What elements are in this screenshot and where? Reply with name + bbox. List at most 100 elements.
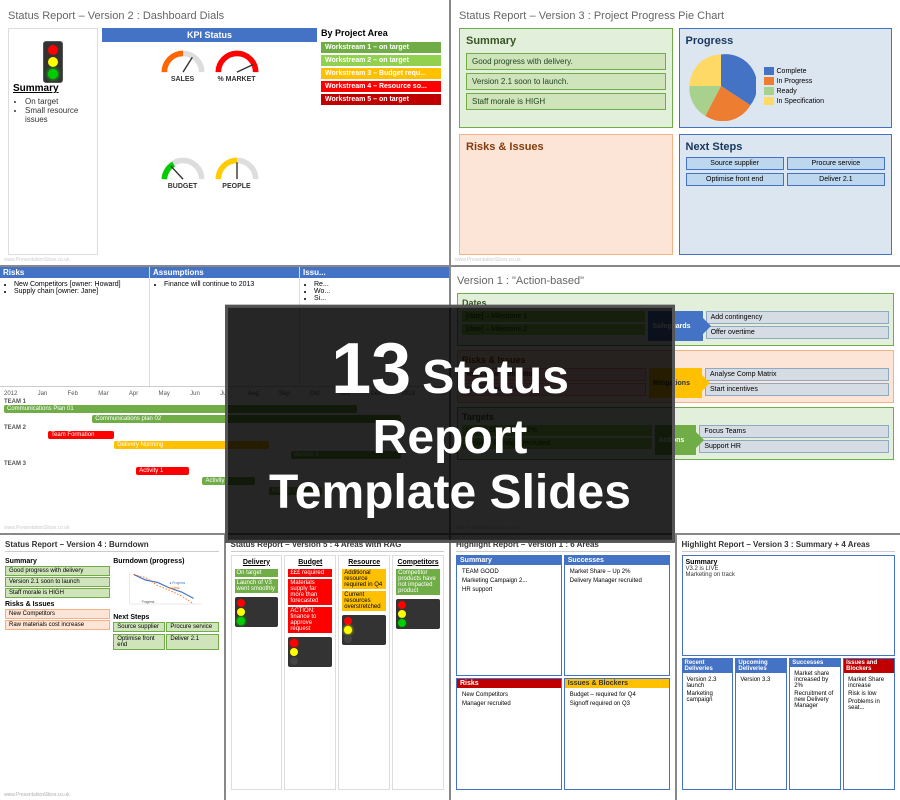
rag-competitors: Competitors Competitor products have not… (392, 555, 444, 790)
tl-red (48, 45, 58, 55)
slide2-title-main: Status Report (459, 10, 526, 22)
h-i-item-1: Budget – required for Q4 (568, 691, 666, 699)
rag-resource-2: Current resources overstretched (342, 591, 386, 611)
budget-dial-svg (158, 153, 208, 181)
h-suc-item-1: Market Share – Up 2% (568, 568, 666, 576)
slide2-subtitle: – Version 3 : Project Progress Pie Chart (530, 10, 724, 22)
hv3-col-1: Recent Deliveries Version 2.3 launch Mar… (682, 658, 734, 790)
slide5-left: Summary Good progress with delivery Vers… (5, 555, 110, 651)
dials-row-2: BUDGET PEOPLE (102, 153, 317, 256)
market-dial-svg (212, 46, 262, 74)
tl-d-red (237, 599, 245, 607)
slide5-grid: Summary Good progress with delivery Vers… (5, 555, 219, 651)
risk-item-2: Supply chain [owner: Jane] (14, 288, 145, 295)
tl-green (48, 69, 58, 79)
rag-resource-title: Resource (342, 559, 386, 566)
tl-yellow (48, 57, 58, 67)
slide5-burndown-heading: Burndown (progress) (113, 558, 218, 565)
hv3-col-2-title: Upcoming Deliveries (736, 659, 786, 673)
slide4-title-text: Version 1 : "Action-based" (457, 275, 584, 287)
slide1-content: Summary On target Small resource issues … (8, 28, 441, 255)
tl-c-yellow (398, 610, 406, 618)
slide5-ns-2: Procure service (166, 622, 218, 632)
rag-tl-budget (288, 637, 332, 667)
mitigation-actions: Analyse Comp Matrix Start incentives (705, 368, 889, 396)
ns-item-3: Optimise front end (686, 173, 784, 186)
tl-c-green (398, 619, 406, 627)
ws-2: Workstream 2 – on target (321, 55, 441, 66)
ws-3: Workstream 3 – Budget requ... (321, 68, 441, 79)
budget-dial (158, 153, 208, 181)
rag-delivery: Delivery On target Launch of V3 went smo… (231, 555, 283, 790)
action-item-2: Support HR (699, 440, 889, 453)
slide5-sum-3: Staff morale is HIGH (5, 588, 110, 598)
slide4-title: Version 1 : "Action-based" (457, 273, 894, 287)
h-area-summary: Summary TEAM GOOD Marketing Campaign 2..… (456, 555, 562, 676)
h-s-item-3: HR support (460, 586, 558, 594)
assumption-item-1: Finance will continue to 2013 (164, 281, 295, 288)
issues-header: Issu... (300, 267, 449, 278)
people-dial (212, 153, 262, 181)
tl-budget-body (288, 637, 332, 667)
sales-dial (158, 46, 208, 74)
legend-inprogress: In Progress (764, 77, 824, 85)
slide-highlight4: Highlight Report – Version 3 : Summary +… (677, 535, 900, 800)
people-label: PEOPLE (222, 183, 250, 190)
people-dial-container: PEOPLE (212, 153, 262, 256)
overlay-content: 13 Status Report Template Slides (258, 328, 642, 520)
traffic-light-body (43, 41, 63, 83)
rag-tl-competitors (396, 599, 440, 629)
pie-chart-svg (686, 51, 756, 121)
team2-bar1: Team Formation (48, 431, 114, 439)
slide2-summary-heading: Summary (466, 35, 666, 47)
rag-delivery-1: On target (235, 569, 279, 577)
risk-list: New Competitors [owner: Howard] Supply c… (4, 281, 145, 295)
kpi-title: KPI Status (102, 28, 317, 42)
tl-b-red (290, 639, 298, 647)
safeguard-actions: Add contingency Offer overtime (706, 311, 889, 339)
tl-r-yellow (344, 626, 352, 634)
legend-complete-color (764, 67, 774, 75)
tl-delivery-body (235, 597, 279, 627)
legend-inprogress-color (764, 77, 774, 85)
action-item-1: Focus Teams (699, 425, 889, 438)
overlay-number: 13 (331, 329, 411, 409)
h-suc-item-2: Delivery Manager recruited (568, 577, 666, 585)
ns-item-2: Procure service (787, 157, 885, 170)
legend-ready-color (764, 87, 774, 95)
highlight6-areas: Summary TEAM GOOD Marketing Campaign 2..… (456, 555, 670, 790)
hv3-c3-2: Recruitment of new Delivery Manager (793, 690, 837, 710)
h-area-risks: Risks New Competitors Manager recruited (456, 678, 562, 790)
next-steps-grid: Source supplier Procure service Optimise… (686, 157, 886, 186)
market-dial (212, 46, 262, 74)
h-area-successes-title: Successes (565, 556, 669, 565)
slide1-footer: www.PresentationSlicer.co.uk (4, 257, 70, 263)
pie-container: Complete In Progress Ready In Speci (686, 51, 886, 121)
slide5-nextsteps-grid: Source supplier Procure service Optimise… (113, 622, 218, 651)
slide8-content: Summary V3.2 is LIVE Marketing on track … (682, 555, 896, 790)
hv3-c4-3: Problems in seat... (847, 698, 891, 712)
slide2-summary: Summary Good progress with delivery. Ver… (459, 28, 673, 128)
slide-pie-chart: Status Report – Version 3 : Project Prog… (451, 0, 900, 265)
svg-text:● Progress: ● Progress (170, 581, 186, 585)
pie-legend: Complete In Progress Ready In Speci (764, 67, 824, 105)
risk-header: Risks (0, 267, 149, 278)
slide8-title: Highlight Report – Version 3 : Summary +… (682, 540, 896, 552)
issues-list: Re... Wo... Si... (304, 281, 445, 302)
tl-b-yellow (290, 648, 298, 656)
summary-item-1: On target (25, 97, 93, 106)
tl-d-yellow (237, 608, 245, 616)
overlay-subtext: Template Slides (258, 465, 642, 520)
h-area-issues: Issues & Blockers Budget – required for … (564, 678, 670, 790)
slide5-risk-1: New Competitors (5, 609, 110, 619)
slide5-sum-2: Version 2.1 soon to launch (5, 577, 110, 587)
h-area-risks-title: Risks (457, 679, 561, 688)
market-label: % MARKET (217, 76, 255, 83)
svg-text:Progress: Progress (142, 600, 155, 604)
slide-rag: Status Report – Version 5 : 4 Areas with… (226, 535, 450, 800)
traffic-light (13, 41, 93, 83)
burndown-chart-svg: Progress ● Progress ● Ideal (113, 568, 218, 608)
slide5-title: Status Report – Version 4 : Burndown (5, 540, 219, 552)
tl-r-red (344, 617, 352, 625)
budget-dial-container: BUDGET (158, 153, 208, 256)
